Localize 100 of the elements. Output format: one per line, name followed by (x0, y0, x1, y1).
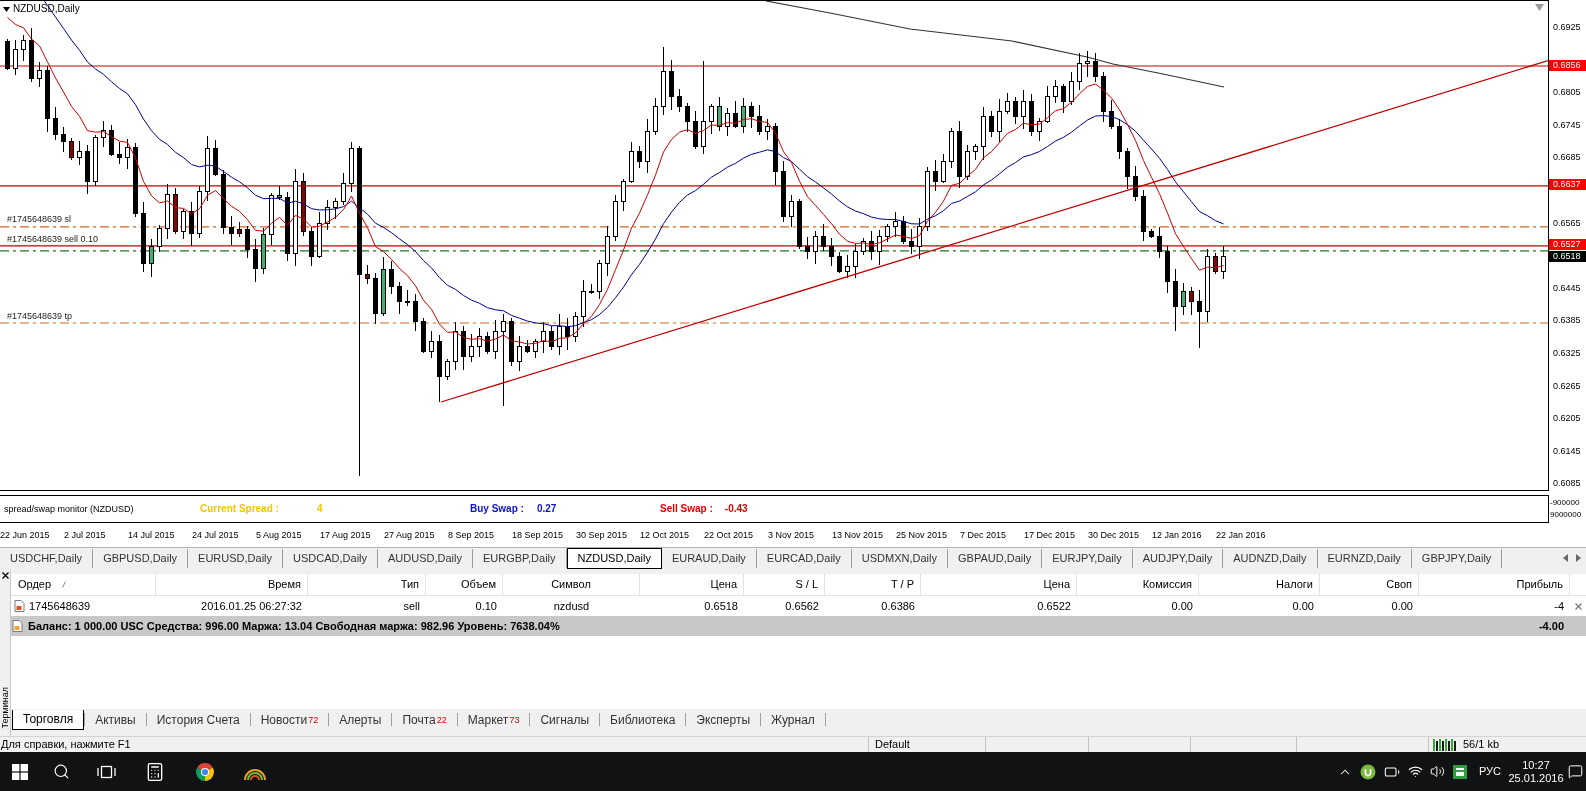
column-header[interactable]: Комиссия (1077, 574, 1199, 595)
readout-label: Current Spread : (200, 503, 279, 515)
chart-tab[interactable]: EURUSD,Daily (188, 549, 284, 568)
document-icon (12, 620, 23, 632)
chart-tab[interactable]: USDMXN,Daily (851, 549, 948, 568)
total-profit: -4.00 (1538, 618, 1564, 634)
terminal-tab[interactable]: Эксперты (686, 709, 761, 730)
traffic-counter: 56/1 kb (1463, 738, 1500, 751)
chart-tab[interactable]: GBPAUD,Daily (948, 549, 1043, 568)
task-view-icon[interactable] (96, 764, 116, 779)
date-label: 13 Nov 2015 (832, 529, 884, 541)
readout-value: 4 (316, 503, 323, 515)
column-header[interactable]: Ордер (11, 574, 156, 595)
column-header[interactable]: Налоги (1199, 574, 1320, 595)
terminal-tab[interactable]: Новости72 (250, 709, 329, 730)
start-menu-icon[interactable] (12, 763, 28, 780)
price-label: 0.6565 (1553, 217, 1581, 229)
chart-tab[interactable]: AUDUSD,Daily (378, 549, 473, 568)
calculator-icon[interactable] (145, 761, 165, 782)
readout-value: -0.43 (724, 503, 748, 515)
terminal-tab[interactable]: Сигналы (530, 709, 600, 730)
arrow-left-icon[interactable] (1563, 553, 1568, 562)
table-cell-text: sell (403, 598, 420, 614)
column-header[interactable]: Тип (308, 574, 426, 595)
table-cell-text: 0.6386 (881, 598, 915, 614)
column-header[interactable]: S / L (744, 574, 825, 595)
table-cell-text: 0.6562 (785, 598, 819, 614)
terminal-tab[interactable]: Алерты (329, 709, 392, 730)
date-label: 25 Nov 2015 (896, 529, 948, 541)
wifi-icon[interactable] (1407, 764, 1423, 779)
date-label: 5 Aug 2015 (256, 529, 302, 541)
profile-name: Default (875, 738, 910, 751)
terminal-tab[interactable]: Маркет 73 (457, 709, 530, 730)
price-label: 0.6925 (1553, 22, 1581, 33)
search-icon[interactable] (52, 763, 70, 780)
price-label: 0.6085 (1553, 478, 1581, 490)
column-header[interactable]: Цена (640, 574, 744, 595)
price-label: -900000 (1550, 498, 1581, 508)
column-header[interactable]: T / P (825, 574, 921, 595)
price-tag: 0.6518 (1549, 250, 1586, 262)
chart-tab[interactable]: EURCAD,Daily (756, 549, 852, 568)
date-label: 22 Oct 2015 (704, 529, 754, 541)
document-icon (14, 600, 25, 612)
column-header[interactable]: Объем (426, 574, 503, 595)
date-label: 22 Jun 2015 (0, 529, 50, 541)
shift-marker-icon[interactable] (1535, 4, 1544, 11)
chart-tab[interactable]: USDCAD,Daily (283, 549, 379, 568)
chart-tab[interactable]: GBPUSD,Daily (93, 549, 189, 568)
order-label: #1745648639 sl (7, 214, 72, 225)
chart-tab[interactable]: AUDJPY,Daily (1132, 549, 1224, 568)
date-label: 12 Jan 2016 (1152, 529, 1202, 541)
column-header[interactable]: Цена (921, 574, 1077, 595)
chart-title: NZDUSD,Daily (13, 3, 80, 15)
speaker-icon[interactable] (1429, 764, 1445, 779)
arrow-right-icon[interactable] (1576, 553, 1581, 562)
dropdown-triangle-icon[interactable] (3, 6, 10, 12)
terminal-title: Терминал (0, 686, 10, 728)
clock-time: 10:27 (1522, 758, 1550, 772)
column-header[interactable]: Символ (503, 574, 640, 595)
notification-icon[interactable] (1567, 764, 1583, 779)
column-header[interactable]: Время (156, 574, 308, 595)
price-label: 0.6805 (1553, 87, 1581, 99)
order-label: #1745648639 sell 0.10 (7, 234, 99, 245)
date-label: 8 Sep 2015 (448, 529, 495, 541)
terminal-tab[interactable]: Активы (85, 709, 146, 730)
price-tag: 0.6637 (1549, 179, 1586, 191)
date-label: 24 Jul 2015 (192, 529, 239, 541)
chart-tab[interactable]: NZDUSD,Daily (566, 548, 662, 569)
language-indicator[interactable]: РУС (1479, 763, 1501, 780)
terminal-tab[interactable]: Библиотека (600, 709, 686, 730)
date-label: 14 Jul 2015 (128, 529, 175, 541)
column-header[interactable]: Прибыль (1419, 574, 1570, 595)
date-label: 2 Jul 2015 (64, 529, 106, 541)
terminal-tab[interactable]: Почта22 (392, 709, 457, 730)
readout-value: 0.27 (536, 503, 557, 515)
circle-logo-icon[interactable] (1360, 763, 1376, 780)
clock-date: 25.01.2016 (1508, 771, 1564, 785)
table-cell-text: 0.6518 (704, 598, 738, 614)
column-header[interactable]: Своп (1320, 574, 1419, 595)
chart-tab[interactable]: GBPJPY,Daily (1411, 549, 1503, 568)
close-icon[interactable] (1, 572, 9, 579)
table-cell-text: nzdusd (553, 598, 590, 614)
chart-tab[interactable]: AUDNZD,Daily (1223, 549, 1318, 568)
price-label: 0.6265 (1553, 380, 1581, 392)
readout-label: Sell Swap : (660, 503, 713, 515)
price-label: 0.6745 (1553, 119, 1581, 131)
chart-tab[interactable]: EURNZD,Daily (1317, 549, 1412, 568)
chart-tab[interactable]: EURGBP,Daily (473, 549, 567, 568)
date-label: 22 Jan 2016 (1216, 529, 1266, 541)
chart-tab[interactable]: EURAUD,Daily (661, 549, 757, 568)
table-cell-text: 0.6522 (1037, 598, 1071, 614)
terminal-tab[interactable]: Журнал (761, 709, 825, 730)
round-logo-icon[interactable] (195, 761, 215, 782)
date-label: 27 Aug 2015 (384, 529, 435, 541)
chart-tab[interactable]: EURJPY,Daily (1042, 549, 1133, 568)
chart-tab[interactable]: USDCHF,Daily (0, 549, 94, 568)
terminal-tab[interactable]: Торговля (12, 709, 85, 730)
square-logo-icon[interactable] (1453, 764, 1467, 779)
price-label: 0.6445 (1553, 282, 1581, 294)
terminal-tab[interactable]: История Счета (146, 709, 250, 730)
